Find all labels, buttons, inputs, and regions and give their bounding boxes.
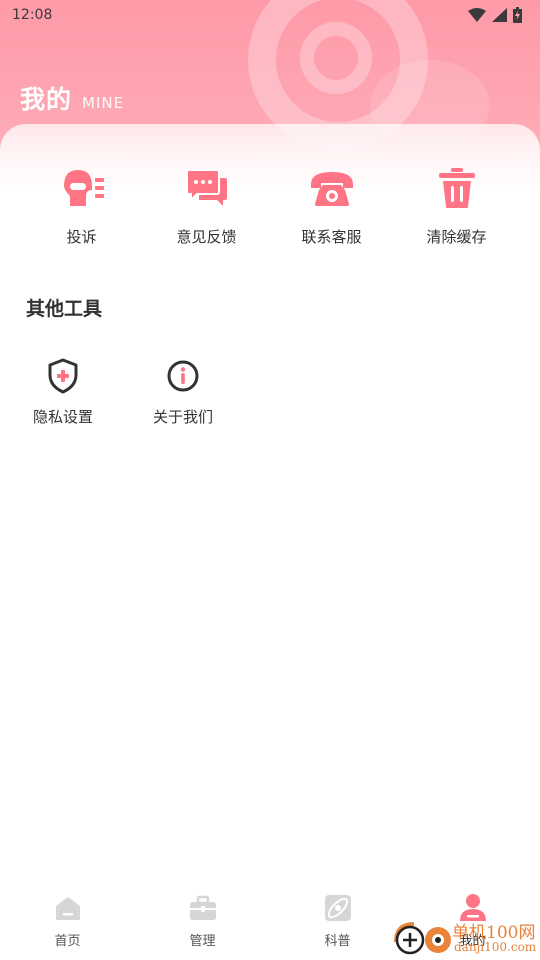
telephone-icon — [308, 164, 356, 212]
nav-label: 首页 — [54, 934, 81, 949]
nav-label: 科普 — [324, 934, 351, 949]
quick-action-label: 意见反馈 — [176, 228, 237, 246]
trash-icon — [433, 164, 481, 212]
chat-feedback-icon — [183, 164, 231, 212]
nav-home[interactable]: 首页 — [0, 884, 135, 960]
home-icon — [52, 892, 84, 924]
tool-privacy-settings[interactable]: 隐私设置 — [3, 356, 123, 427]
page-subtitle: MINE — [82, 94, 125, 112]
page-title: 我的 MINE — [20, 80, 124, 116]
quick-action-customer-service[interactable]: 联系客服 — [269, 164, 394, 254]
quick-action-clear-cache[interactable]: 清除缓存 — [394, 164, 519, 254]
wifi-icon — [468, 8, 486, 22]
info-icon — [163, 356, 203, 396]
status-time: 12:08 — [12, 7, 53, 23]
quick-action-label: 联系客服 — [301, 228, 362, 246]
nav-label: 管理 — [189, 934, 216, 949]
tool-label: 关于我们 — [152, 408, 213, 426]
briefcase-icon — [187, 892, 219, 924]
section-title: 其他工具 — [26, 298, 103, 320]
quick-actions: 投诉 意见反馈 联系客服 清除缓存 — [0, 164, 540, 254]
header-decoration-inner — [300, 22, 372, 94]
other-tools: 隐私设置 关于我们 — [0, 356, 243, 427]
watermark: 单机100网 danji100.com — [390, 914, 540, 960]
quick-action-complaint[interactable]: 投诉 — [19, 164, 144, 254]
complaint-icon — [58, 164, 106, 212]
signal-icon — [492, 8, 507, 22]
quick-action-label: 投诉 — [66, 228, 97, 246]
nav-science[interactable]: 科普 — [270, 884, 405, 960]
status-icons — [468, 7, 522, 23]
watermark-logo-icon — [394, 922, 451, 955]
mine-screen: 12:08 我的 MINE 投诉 意见反馈 联系客服 清除缓存 其他工具 隐私设… — [0, 0, 540, 960]
page-title-text: 我的 — [20, 85, 73, 114]
battery-icon — [513, 7, 522, 23]
watermark-url: danji100.com — [454, 940, 537, 954]
science-icon — [322, 892, 354, 924]
status-bar: 12:08 — [0, 0, 540, 30]
nav-manage[interactable]: 管理 — [135, 884, 270, 960]
quick-action-label: 清除缓存 — [426, 228, 487, 246]
shield-plus-icon — [43, 356, 83, 396]
tool-about-us[interactable]: 关于我们 — [123, 356, 243, 427]
tool-label: 隐私设置 — [32, 408, 93, 426]
quick-action-feedback[interactable]: 意见反馈 — [144, 164, 269, 254]
